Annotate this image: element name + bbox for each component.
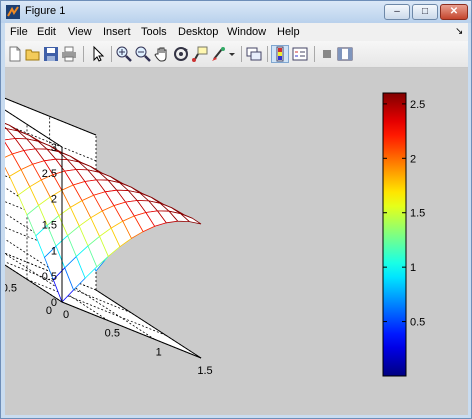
menu-window[interactable]: Window (227, 26, 266, 38)
save-icon[interactable] (42, 45, 60, 63)
toolbar-separator (267, 46, 268, 62)
open-file-icon[interactable] (24, 45, 42, 63)
dock-arrow-icon[interactable]: ↘ (455, 26, 463, 37)
figure-toolbar (5, 41, 468, 68)
close-button[interactable]: ✕ (440, 4, 468, 20)
minimize-button[interactable]: ‒ (384, 4, 410, 20)
figure-canvas: 00.511.522.5300.511.500.511.5 0.511.522.… (1, 68, 468, 415)
matlab-logo-icon (6, 5, 20, 19)
rotate-3d-icon[interactable] (172, 45, 190, 63)
zoom-out-icon[interactable] (134, 45, 152, 63)
new-figure-icon[interactable] (6, 45, 24, 63)
edit-plot-arrow-icon[interactable] (89, 45, 107, 63)
figure-window: Figure 1 ‒ □ ✕ File Edit View Insert Too… (0, 0, 472, 419)
pan-hand-icon[interactable] (153, 45, 171, 63)
x-tick-label: 0 (63, 309, 69, 321)
menu-edit[interactable]: Edit (37, 26, 56, 38)
axes-edge (95, 289, 202, 359)
z-tick-label: 0.5 (42, 271, 57, 283)
z-tick-label: 1 (51, 245, 57, 257)
print-icon[interactable] (60, 45, 78, 63)
z-tick-label: 1.5 (42, 220, 57, 232)
x-tick-label: 1 (156, 346, 162, 358)
insert-legend-icon[interactable] (291, 45, 309, 63)
y-tick-label: 0 (46, 305, 52, 317)
colorbar-gradient (382, 92, 407, 377)
x-axis-line (61, 301, 202, 359)
colorbar-tick-label: 2 (410, 153, 416, 165)
menu-insert[interactable]: Insert (103, 26, 131, 38)
z-tick-label: 2 (51, 194, 57, 206)
surface-plot[interactable]: 00.511.522.5300.511.500.511.5 0.511.522.… (1, 68, 468, 415)
colorbar-icon (276, 46, 284, 62)
toolbar-separator (314, 46, 315, 62)
menu-desktop[interactable]: Desktop (178, 26, 218, 38)
colorbar-tick-label: 1.5 (410, 208, 425, 220)
insert-colorbar-button[interactable] (271, 45, 289, 63)
menu-view[interactable]: View (68, 26, 92, 38)
link-plot-icon[interactable] (245, 45, 263, 63)
colorbar[interactable]: 0.5 1 1.5 2 2.5 (382, 92, 425, 377)
brush-icon[interactable] (210, 45, 228, 63)
maximize-button[interactable]: □ (412, 4, 438, 20)
toolbar-separator (111, 46, 112, 62)
y-tick-label: 0.5 (5, 282, 17, 294)
menu-tools[interactable]: Tools (141, 26, 167, 38)
brush-dropdown-icon[interactable] (227, 45, 237, 63)
zoom-in-icon[interactable] (115, 45, 133, 63)
toolbar-separator (83, 46, 84, 62)
z-tick-label: 2.5 (42, 168, 57, 180)
menu-file[interactable]: File (10, 26, 28, 38)
colorbar-tick-label: 2.5 (410, 99, 425, 111)
menu-bar: File Edit View Insert Tools Desktop Wind… (5, 23, 468, 41)
hide-plot-tools-icon[interactable] (318, 45, 336, 63)
colorbar-tick-label: 0.5 (410, 317, 425, 329)
toolbar-separator (241, 46, 242, 62)
data-cursor-icon[interactable] (191, 45, 209, 63)
x-tick-label: 0.5 (105, 328, 120, 340)
title-bar[interactable]: Figure 1 ‒ □ ✕ (1, 1, 471, 23)
show-plot-tools-icon[interactable] (336, 45, 354, 63)
colorbar-tick-label: 1 (410, 262, 416, 274)
x-tick-label: 1.5 (197, 365, 212, 377)
z-tick-label: 3 (51, 142, 57, 154)
window-title: Figure 1 (25, 5, 66, 17)
menu-help[interactable]: Help (277, 26, 300, 38)
